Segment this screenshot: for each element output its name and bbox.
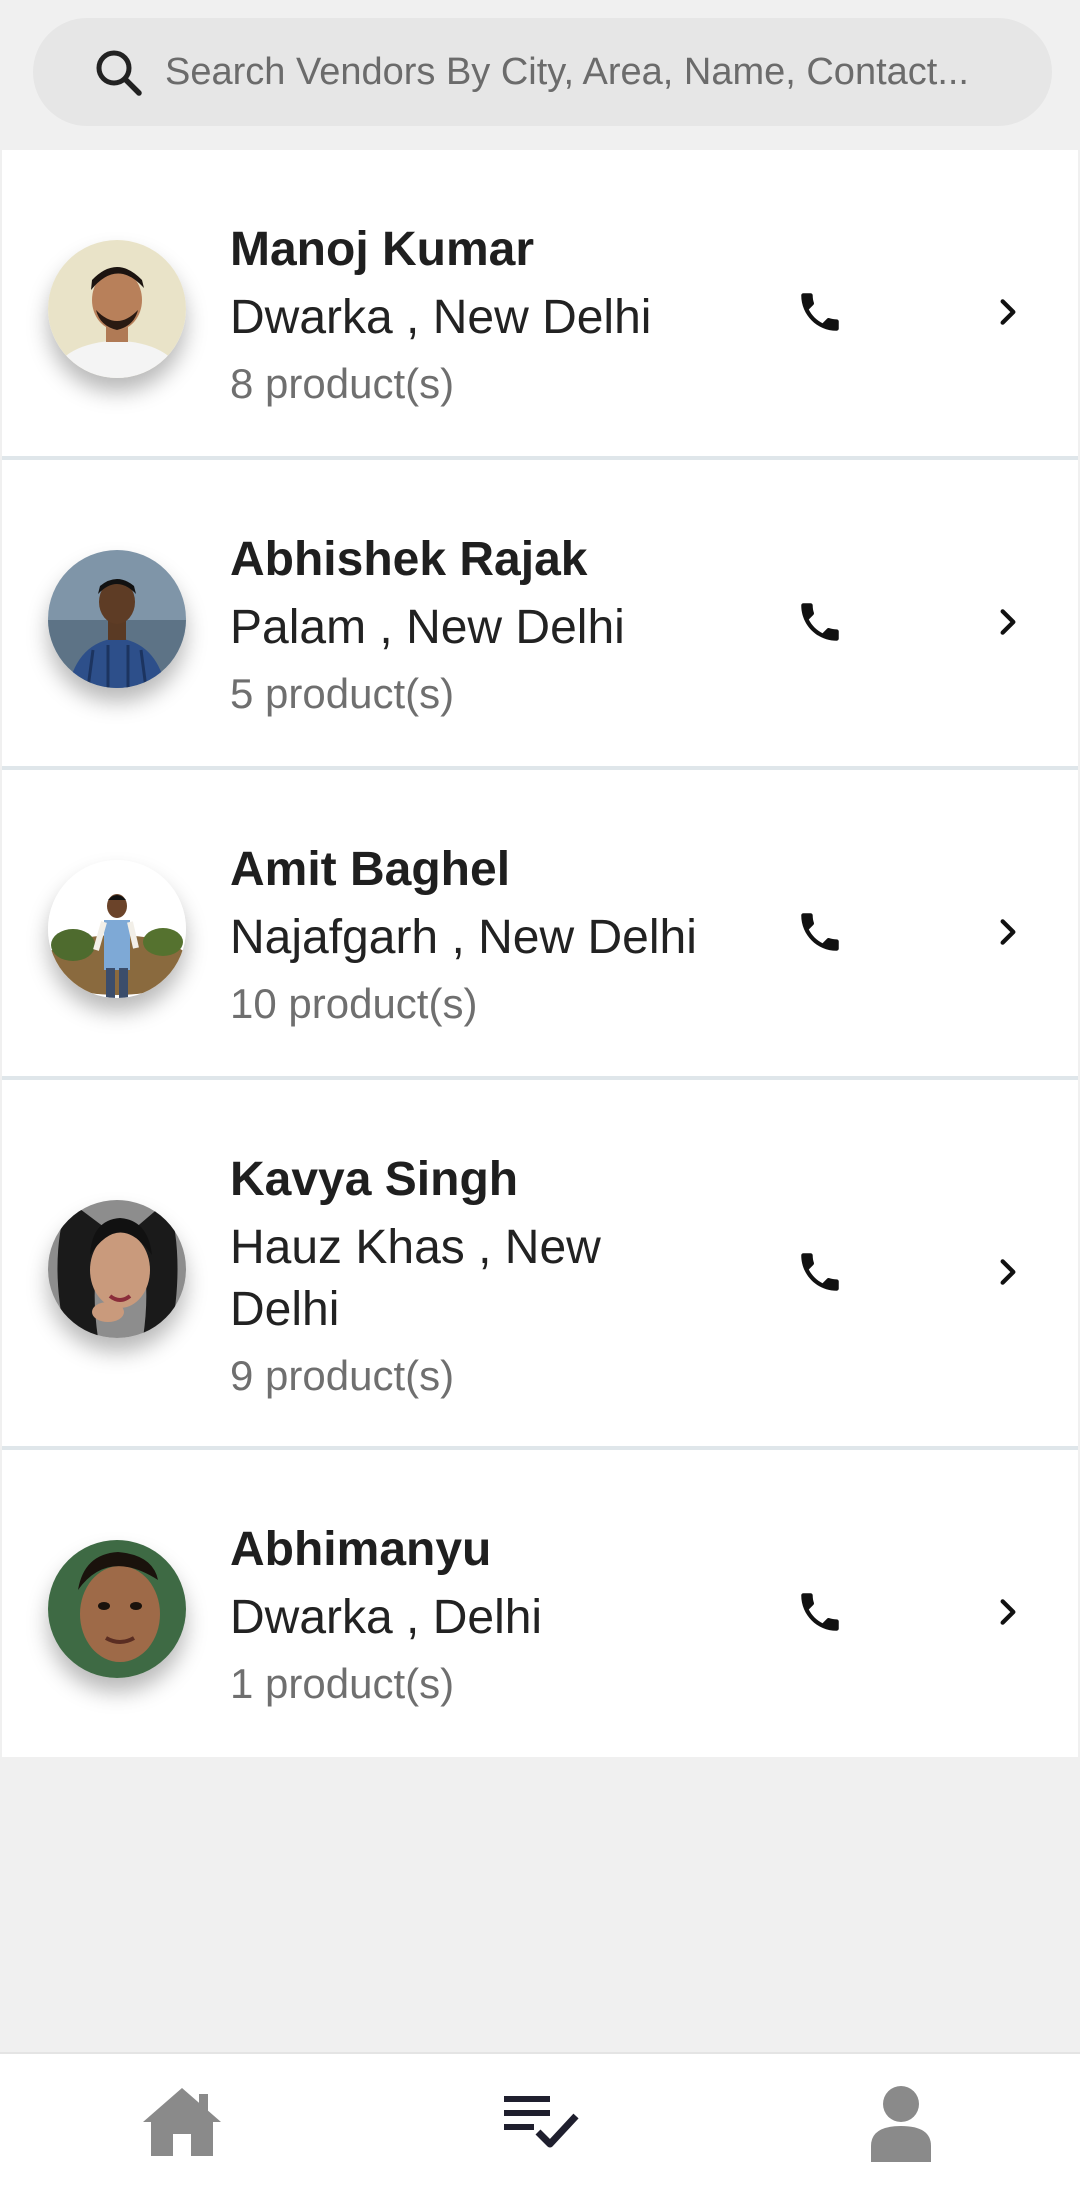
vendor-product-count: 9 product(s) — [230, 1352, 455, 1399]
vendor-card[interactable]: Abhishek Rajak Palam , New Delhi 5 produ… — [2, 460, 1078, 770]
vendor-avatar — [48, 860, 186, 998]
vendor-product-count: 5 product(s) — [230, 670, 455, 717]
phone-icon[interactable] — [795, 287, 845, 337]
search-icon[interactable] — [91, 45, 147, 101]
phone-icon[interactable] — [795, 1247, 845, 1297]
vendor-card[interactable]: Amit Baghel Najafgarh , New Delhi 10 pro… — [2, 770, 1078, 1080]
phone-icon[interactable] — [795, 907, 845, 957]
vendor-product-count: 10 product(s) — [230, 980, 478, 1027]
vendor-avatar — [48, 1200, 186, 1338]
vendor-avatar — [48, 1540, 186, 1678]
vendor-product-count: 1 product(s) — [230, 1660, 455, 1707]
search-header — [0, 0, 1080, 150]
phone-icon[interactable] — [795, 1587, 845, 1637]
vendor-card[interactable]: Manoj Kumar Dwarka , New Delhi 8 product… — [2, 150, 1078, 460]
vendor-location: Dwarka , New Delhi — [230, 291, 652, 344]
vendor-location: Najafgarh , New Delhi — [230, 911, 697, 964]
vendor-location: Hauz Khas , New Delhi — [230, 1221, 601, 1336]
vendor-location: Palam , New Delhi — [230, 601, 625, 654]
vendor-name: Manoj Kumar — [230, 223, 535, 276]
playlist-check-icon[interactable] — [496, 2082, 586, 2162]
chevron-right-icon[interactable] — [992, 606, 1024, 638]
vendor-avatar — [48, 240, 186, 378]
vendor-avatar — [48, 550, 186, 688]
search-input[interactable] — [165, 18, 1045, 126]
person-icon[interactable] — [856, 2082, 946, 2162]
vendor-product-count: 8 product(s) — [230, 360, 455, 407]
search-bar[interactable] — [33, 18, 1052, 126]
chevron-right-icon[interactable] — [992, 1256, 1024, 1288]
vendor-name: Amit Baghel — [230, 843, 511, 896]
phone-icon[interactable] — [795, 597, 845, 647]
bottom-nav — [0, 2052, 1080, 2188]
vendor-card[interactable]: Kavya Singh Hauz Khas , New Delhi 9 prod… — [2, 1080, 1078, 1450]
home-icon[interactable] — [137, 2082, 227, 2162]
vendor-name: Abhimanyu — [230, 1523, 492, 1576]
chevron-right-icon[interactable] — [992, 1596, 1024, 1628]
vendor-location: Dwarka , Delhi — [230, 1591, 543, 1644]
chevron-right-icon[interactable] — [992, 916, 1024, 948]
vendor-name: Abhishek Rajak — [230, 533, 588, 586]
chevron-right-icon[interactable] — [992, 296, 1024, 328]
vendor-card[interactable]: Abhimanyu Dwarka , Delhi 1 product(s) — [2, 1450, 1078, 1757]
vendor-name: Kavya Singh — [230, 1153, 519, 1206]
